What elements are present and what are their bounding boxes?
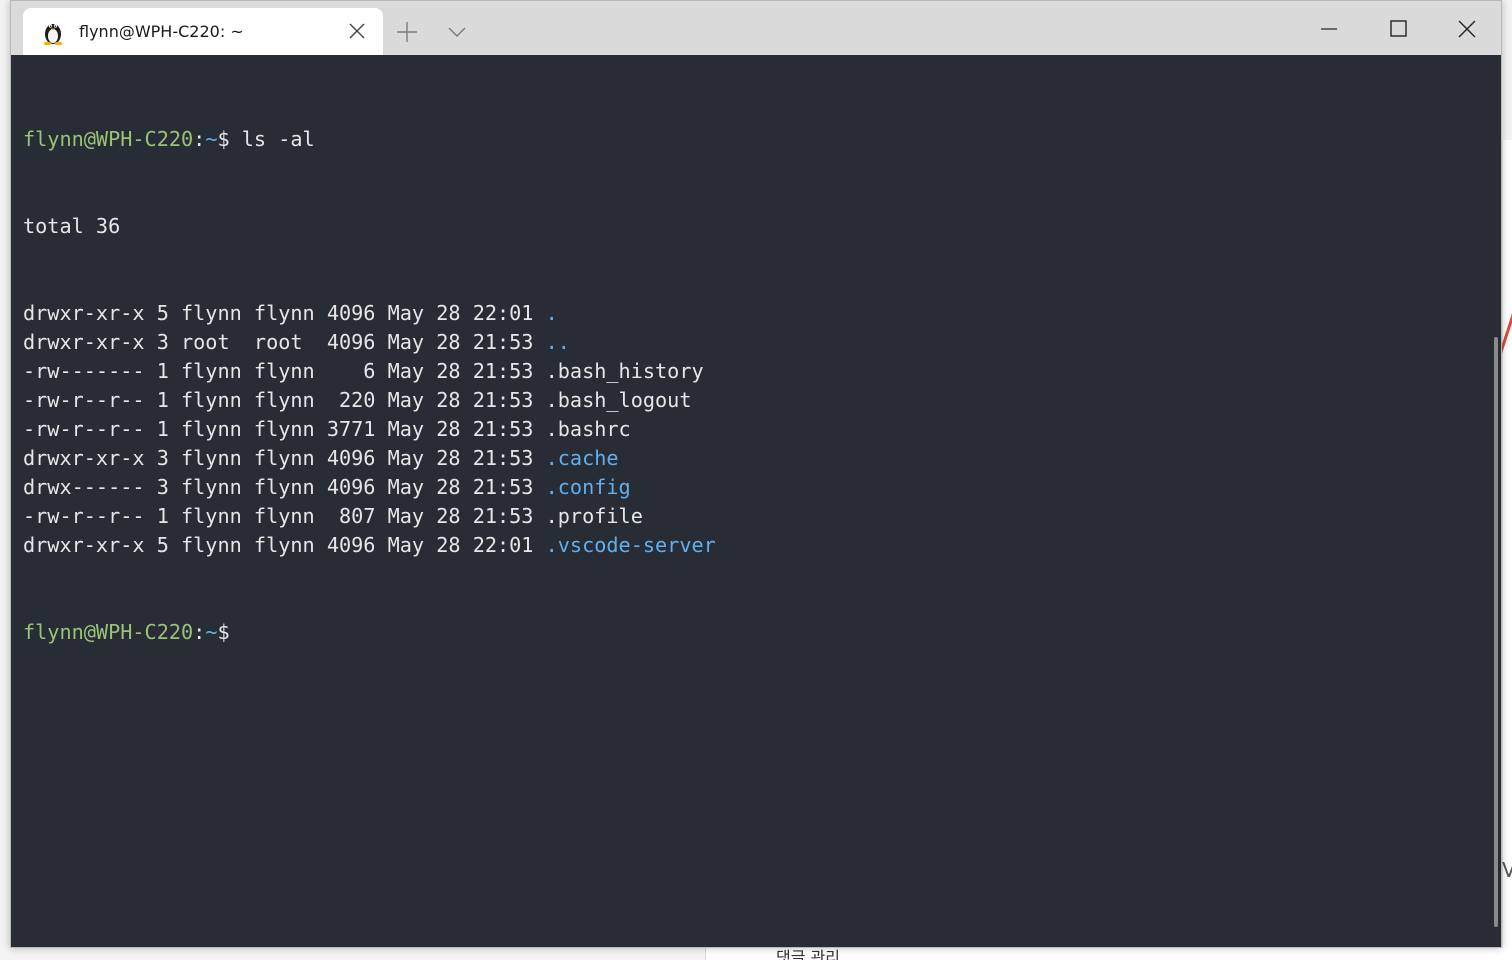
tab-title: flynn@WPH-C220: ~ (79, 22, 244, 41)
listing-row: drwxr-xr-x 3 flynn flynn 4096 May 28 21:… (23, 444, 1491, 473)
title-bar[interactable]: flynn@WPH-C220: ~ (11, 1, 1501, 55)
new-tab-icon[interactable] (393, 18, 421, 46)
entry-file-name: .bash_history (545, 359, 704, 383)
terminal-output[interactable]: flynn@WPH-C220:~$ ls -al total 36 drwxr-… (23, 67, 1491, 947)
entry-meta: -rw-r--r-- 1 flynn flynn 807 May 28 21:5… (23, 504, 546, 528)
prompt-path: ~ (205, 620, 218, 644)
listing-row: drwxr-xr-x 5 flynn flynn 4096 May 28 22:… (23, 299, 1491, 328)
prompt-user: flynn@WPH-C220 (23, 127, 194, 151)
command-line: flynn@WPH-C220:~$ ls -al (23, 125, 1491, 154)
prompt-user: flynn@WPH-C220 (23, 620, 194, 644)
entry-file-name: .bashrc (545, 417, 631, 441)
prompt-separator: : (193, 127, 206, 151)
entry-meta: drwxr-xr-x 5 flynn flynn 4096 May 28 22:… (23, 301, 546, 325)
listing-row: -rw-r--r-- 1 flynn flynn 220 May 28 21:5… (23, 386, 1491, 415)
close-window-icon[interactable] (1447, 11, 1487, 47)
entry-directory-name: . (545, 301, 558, 325)
listing-entries: drwxr-xr-x 5 flynn flynn 4096 May 28 22:… (23, 299, 1491, 560)
minimize-icon[interactable] (1309, 11, 1349, 47)
tab-active[interactable]: flynn@WPH-C220: ~ (23, 8, 383, 55)
prompt-dollar: $ (217, 620, 230, 644)
entry-directory-name: .config (545, 475, 631, 499)
listing-row: -rw-r--r-- 1 flynn flynn 807 May 28 21:5… (23, 502, 1491, 531)
background-window-edge (1502, 140, 1512, 960)
scrollbar[interactable] (1494, 337, 1498, 927)
entry-meta: -rw------- 1 flynn flynn 6 May 28 21:53 (23, 359, 546, 383)
entry-meta: drwx------ 3 flynn flynn 4096 May 28 21:… (23, 475, 546, 499)
entry-meta: -rw-r--r-- 1 flynn flynn 3771 May 28 21:… (23, 417, 546, 441)
entry-directory-name: .vscode-server (545, 533, 716, 557)
maximize-icon[interactable] (1378, 11, 1418, 47)
entry-file-name: .profile (545, 504, 643, 528)
listing-row: drwx------ 3 flynn flynn 4096 May 28 21:… (23, 473, 1491, 502)
entry-file-name: .bash_logout (545, 388, 692, 412)
linux-penguin-icon (41, 19, 65, 46)
command-text: ls -al (229, 127, 315, 151)
total-line: total 36 (23, 214, 121, 238)
background-letter: V (1502, 858, 1512, 882)
entry-meta: drwxr-xr-x 5 flynn flynn 4096 May 28 22:… (23, 533, 546, 557)
prompt-dollar: $ (217, 127, 230, 151)
listing-row: -rw-r--r-- 1 flynn flynn 3771 May 28 21:… (23, 415, 1491, 444)
prompt-separator: : (193, 620, 206, 644)
close-tab-icon[interactable] (347, 21, 367, 41)
chevron-down-icon[interactable] (443, 18, 471, 46)
entry-meta: drwxr-xr-x 3 root root 4096 May 28 21:53 (23, 330, 546, 354)
current-prompt[interactable]: flynn@WPH-C220:~$ (23, 618, 1491, 647)
entry-meta: -rw-r--r-- 1 flynn flynn 220 May 28 21:5… (23, 388, 546, 412)
entry-meta: drwxr-xr-x 3 flynn flynn 4096 May 28 21:… (23, 446, 546, 470)
prompt-path: ~ (205, 127, 218, 151)
entry-directory-name: .. (545, 330, 570, 354)
listing-row: drwxr-xr-x 5 flynn flynn 4096 May 28 22:… (23, 531, 1491, 560)
entry-directory-name: .cache (545, 446, 619, 470)
listing-row: -rw------- 1 flynn flynn 6 May 28 21:53 … (23, 357, 1491, 386)
listing-row: drwxr-xr-x 3 root root 4096 May 28 21:53… (23, 328, 1491, 357)
terminal-window: flynn@WPH-C220: ~ flynn@WPH-C220:~$ ls -… (10, 0, 1502, 948)
